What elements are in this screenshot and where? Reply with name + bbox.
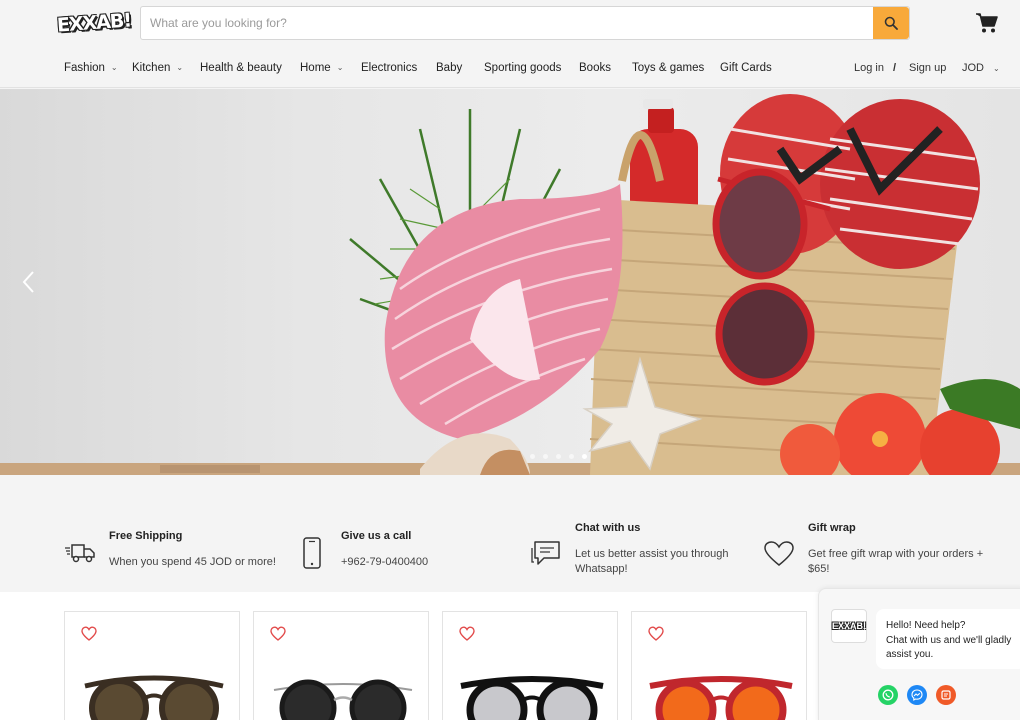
- feature-title: Give us a call: [341, 530, 412, 542]
- slide-dot[interactable]: [556, 454, 561, 459]
- heart-icon: [764, 541, 794, 566]
- main-nav: Fashion ⌄ Kitchen ⌄ Health & beauty Home ⌄ …: [0, 56, 1020, 80]
- contact-button[interactable]: [936, 685, 956, 705]
- nav-label: Gift Cards: [720, 62, 772, 74]
- heart-icon[interactable]: [648, 626, 664, 642]
- nav-item-gift-cards[interactable]: Gift Cards: [720, 56, 772, 80]
- feature-title: Chat with us: [575, 522, 641, 534]
- whatsapp-button[interactable]: [878, 685, 898, 705]
- chat-greeting: Hello! Need help? Chat with us and we'll…: [876, 609, 1020, 669]
- chat-greeting-text: Chat with us and we'll gladly assist you…: [886, 635, 1012, 660]
- nav-item-health-beauty[interactable]: Health & beauty: [200, 56, 282, 80]
- search-icon: [884, 16, 898, 30]
- product-image: [273, 679, 413, 720]
- currency-selector[interactable]: JOD ⌄: [962, 56, 1000, 80]
- feature-text: Let us better assist you through Whatsap…: [575, 548, 729, 575]
- feature-title: Free Shipping: [109, 530, 183, 542]
- login-link[interactable]: Log in: [854, 56, 884, 80]
- chevron-down-icon: ⌄: [993, 64, 1000, 73]
- slide-dot-active[interactable]: [582, 454, 587, 459]
- product-image: [460, 676, 604, 720]
- signup-link[interactable]: Sign up: [909, 56, 946, 80]
- chat-greeting-title: Hello! Need help?: [886, 620, 966, 631]
- nav-label: Books: [579, 62, 611, 74]
- feature-title: Gift wrap: [808, 522, 856, 534]
- nav-item-fashion[interactable]: Fashion ⌄: [64, 56, 118, 80]
- site-header: EXXAB! Fashion ⌄ Kitchen ⌄ Health & beauty…: [0, 0, 1020, 88]
- search-button[interactable]: [873, 7, 909, 39]
- hero-slideshow: [0, 89, 1020, 475]
- cart-icon: [976, 13, 998, 33]
- search-bar: [140, 6, 910, 40]
- nav-item-books[interactable]: Books: [579, 56, 611, 80]
- chevron-down-icon: ⌄: [110, 63, 118, 72]
- nav-item-baby[interactable]: Baby: [436, 56, 462, 80]
- messenger-icon: [911, 689, 923, 701]
- heart-icon[interactable]: [270, 626, 286, 642]
- nav-label: Toys & games: [632, 62, 705, 74]
- nav-label: Sporting goods: [484, 62, 562, 74]
- hero-image: [0, 94, 1020, 475]
- nav-label: Baby: [436, 62, 463, 74]
- product-card[interactable]: [442, 611, 618, 720]
- auth-separator: /: [893, 62, 897, 74]
- heart-icon[interactable]: [81, 626, 97, 642]
- currency-label: JOD: [962, 62, 984, 74]
- nav-label: Health & beauty: [200, 62, 282, 74]
- product-card[interactable]: [64, 611, 240, 720]
- hero-prev-button[interactable]: [14, 267, 44, 297]
- truck-icon: [65, 544, 95, 563]
- contact-icon: [941, 690, 951, 700]
- product-image: [649, 676, 793, 720]
- chat-widget: EXXAB! Hello! Need help? Chat with us an…: [818, 588, 1020, 720]
- chevron-left-icon: [22, 271, 34, 293]
- messenger-button[interactable]: [907, 685, 927, 705]
- hero-pagination: [530, 454, 587, 459]
- chevron-down-icon: ⌄: [176, 63, 184, 72]
- features-bar: Free Shipping When you spend 45 JOD or m…: [0, 475, 1020, 592]
- cart-button[interactable]: [975, 12, 999, 34]
- slide-dot[interactable]: [569, 454, 574, 459]
- nav-item-home[interactable]: Home ⌄: [300, 56, 343, 80]
- chevron-down-icon: ⌄: [336, 63, 344, 72]
- search-input[interactable]: [141, 7, 874, 39]
- feature-text: Get free gift wrap with your orders + $6…: [808, 548, 984, 575]
- product-card[interactable]: [253, 611, 429, 720]
- slide-dot[interactable]: [543, 454, 548, 459]
- chat-avatar: EXXAB!: [831, 609, 867, 643]
- nav-item-toys-games[interactable]: Toys & games: [632, 56, 704, 80]
- chat-icon: [531, 541, 560, 565]
- product-image: [84, 675, 224, 720]
- nav-label: Kitchen: [132, 62, 171, 74]
- nav-item-electronics[interactable]: Electronics: [361, 56, 417, 80]
- nav-label: Electronics: [361, 62, 418, 74]
- whatsapp-icon: [882, 689, 894, 701]
- feature-text: When you spend 45 JOD or more!: [109, 556, 276, 568]
- phone-icon: [303, 537, 321, 569]
- product-card[interactable]: [631, 611, 807, 720]
- chat-channels: [878, 685, 956, 705]
- nav-label: Home: [300, 62, 331, 74]
- heart-icon[interactable]: [459, 626, 475, 642]
- slide-dot[interactable]: [530, 454, 535, 459]
- nav-item-kitchen[interactable]: Kitchen ⌄: [132, 56, 183, 80]
- logo-text: EXXAB!: [56, 9, 132, 37]
- nav-label: Fashion: [64, 62, 105, 74]
- nav-item-sporting-goods[interactable]: Sporting goods: [484, 56, 561, 80]
- feature-text: +962-79-0400400: [341, 556, 429, 568]
- site-logo[interactable]: EXXAB!: [56, 6, 132, 40]
